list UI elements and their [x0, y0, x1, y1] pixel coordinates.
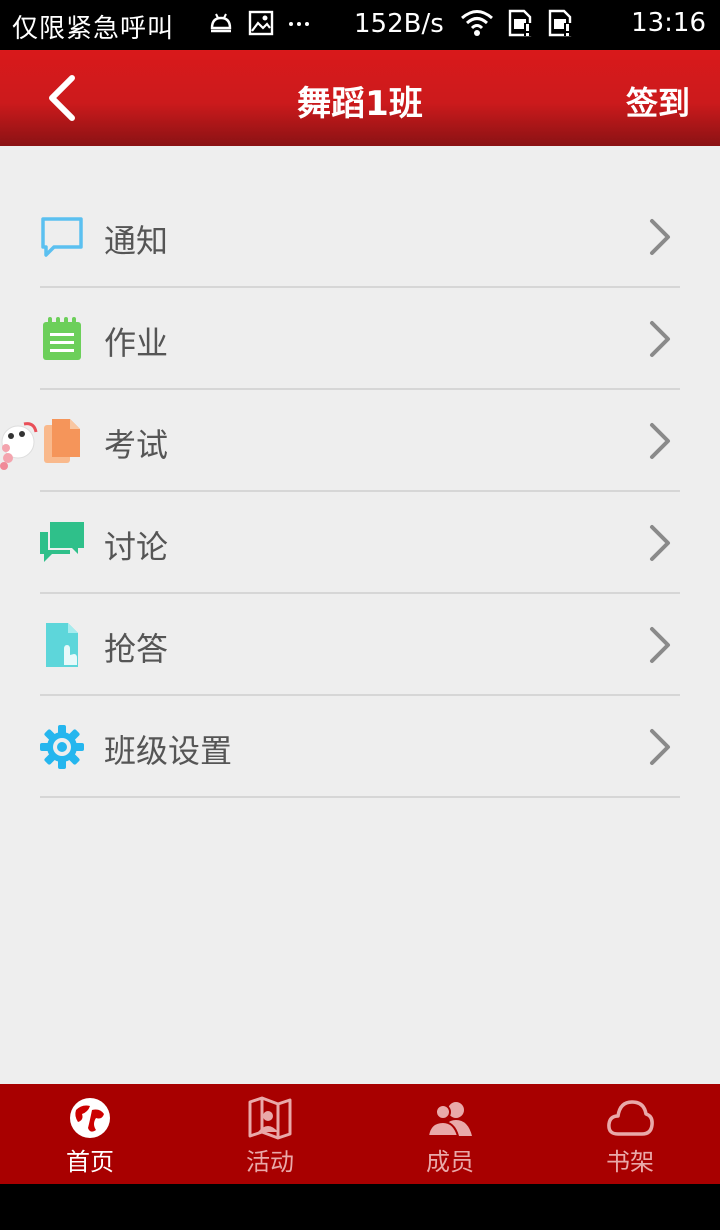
members-icon [426, 1102, 472, 1137]
menu-item-class-settings[interactable]: 班级设置 [40, 696, 680, 798]
chevron-right-icon [650, 627, 670, 663]
wifi-icon [460, 9, 494, 41]
status-bar: 仅限紧急呼叫 152B/s 13:16 [0, 0, 720, 50]
more-icon [288, 10, 310, 36]
system-icons [460, 9, 574, 41]
android-debug-icon [208, 10, 234, 36]
cloud-icon [607, 1100, 654, 1136]
nav-label: 首页 [66, 1148, 114, 1176]
menu-item-label: 考试 [104, 426, 169, 464]
chevron-right-icon [650, 729, 670, 765]
nav-home[interactable]: 首页 [0, 1084, 180, 1184]
map-icon [248, 1096, 292, 1140]
chevron-right-icon [650, 525, 670, 561]
menu-item-label: 班级设置 [104, 732, 233, 770]
checkin-button[interactable]: 签到 [626, 78, 690, 124]
chevron-right-icon [650, 321, 670, 357]
image-icon [248, 10, 274, 36]
nav-label: 成员 [426, 1148, 474, 1176]
menu-item-label: 抢答 [104, 630, 169, 668]
main-content: 通知 作业 考试 讨论 抢答 班级设置 [0, 146, 720, 1084]
chevron-right-icon [650, 219, 670, 255]
menu-item-homework[interactable]: 作业 [40, 288, 680, 390]
chevron-right-icon [650, 423, 670, 459]
menu-item-quick-answer[interactable]: 抢答 [40, 594, 680, 696]
notification-icons [208, 10, 310, 36]
globe-icon [70, 1098, 110, 1138]
nav-members[interactable]: 成员 [360, 1084, 540, 1184]
menu-item-label: 讨论 [104, 528, 169, 566]
system-nav-area [0, 1184, 720, 1230]
network-speed: 152B/s [354, 9, 444, 39]
menu-item-label: 通知 [104, 222, 169, 260]
document-icon [40, 419, 84, 463]
menu-item-notice[interactable]: 通知 [40, 186, 680, 288]
gear-icon [40, 725, 84, 769]
hand-tap-icon [40, 623, 84, 667]
menu-item-discussion[interactable]: 讨论 [40, 492, 680, 594]
page-title: 舞蹈1班 [297, 84, 423, 124]
title-bar: 舞蹈1班 签到 [0, 50, 720, 146]
menu-item-label: 作业 [104, 324, 169, 362]
chat-bubble-icon [40, 215, 84, 259]
nav-label: 活动 [246, 1148, 294, 1176]
bottom-nav: 首页 活动 成员 书架 [0, 1084, 720, 1184]
sim-alert-icon [506, 9, 534, 41]
notepad-icon [40, 317, 84, 361]
nav-activity[interactable]: 活动 [180, 1084, 360, 1184]
sim-alert-icon [546, 9, 574, 41]
discussion-icon [40, 521, 84, 565]
menu-list: 通知 作业 考试 讨论 抢答 班级设置 [40, 186, 680, 798]
nav-bookshelf[interactable]: 书架 [540, 1084, 720, 1184]
nav-label: 书架 [606, 1148, 654, 1176]
floating-mascot-icon[interactable] [0, 414, 40, 474]
menu-item-exam[interactable]: 考试 [40, 390, 680, 492]
carrier-text: 仅限紧急呼叫 [12, 14, 175, 44]
clock: 13:16 [631, 8, 706, 38]
